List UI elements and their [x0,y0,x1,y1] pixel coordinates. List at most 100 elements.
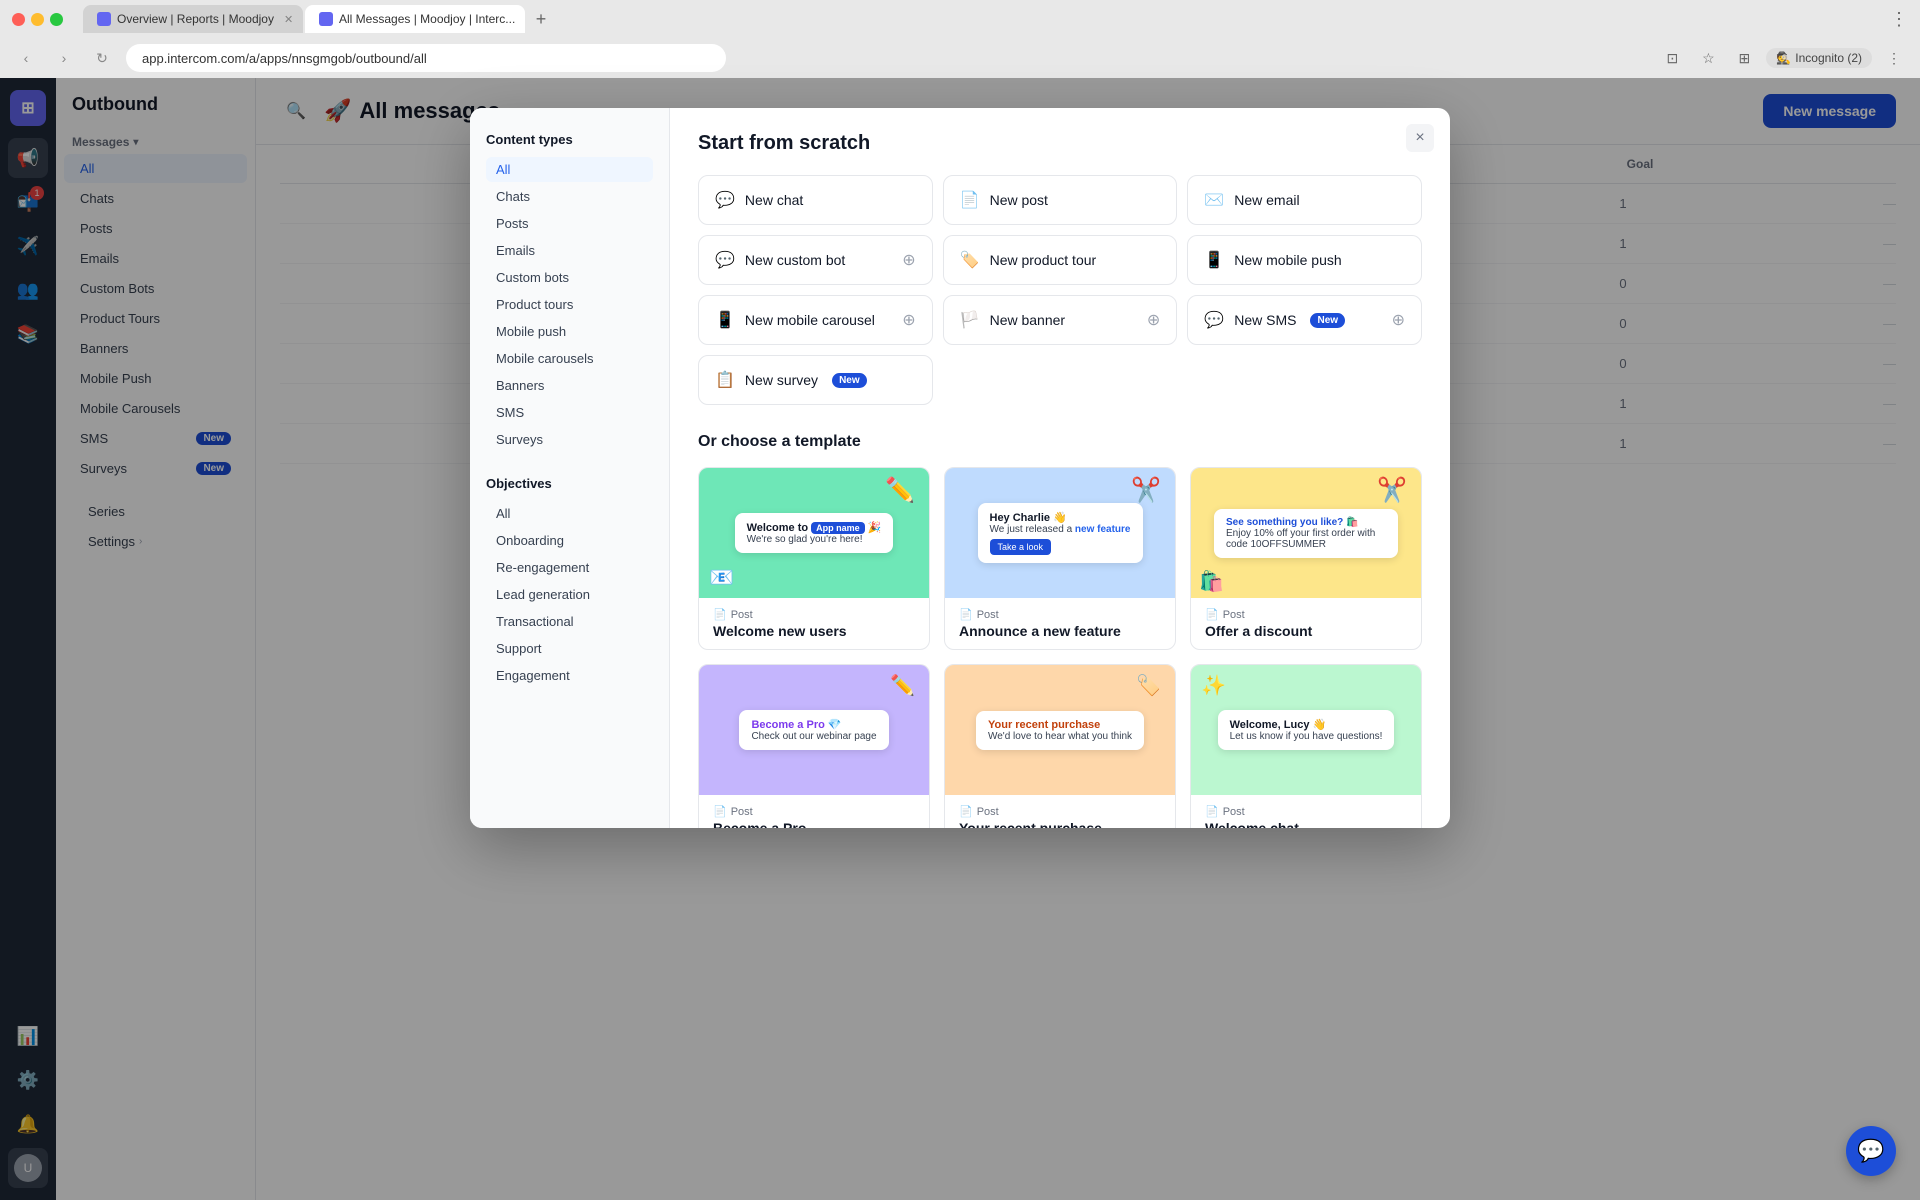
window-controls [12,13,63,26]
modal-sidebar-obj-support[interactable]: Support [486,636,653,661]
new-custom-bot-label: New custom bot [745,252,845,268]
template-name-2: Announce a new feature [959,623,1161,639]
banner-plus-icon: ⊕ [1147,310,1160,330]
new-survey-label: New survey [745,372,818,388]
preview-title-3: See something you like? 🛍️ [1226,517,1386,528]
browser-tab-2[interactable]: All Messages | Moodjoy | Interc... ✕ [305,5,525,33]
modal-title: Start from scratch [698,132,1422,155]
template-preview-4: ✏️ Become a Pro 💎 Check out our webinar … [699,665,929,795]
modal-sidebar-item-custom-bots[interactable]: Custom bots [486,265,653,290]
modal-sidebar-obj-transactional[interactable]: Transactional [486,609,653,634]
tab-favicon-2 [319,12,333,26]
content-type-grid: 💬 New chat 📄 New post ✉️ New email 💬 New… [698,175,1422,405]
preview-title-2: Hey Charlie 👋 [990,511,1131,524]
template-preview-3: ✂️ 🛍️ See something you like? 🛍️ Enjoy 1… [1191,468,1421,598]
back-btn[interactable]: ‹ [12,44,40,72]
preview-bubble-6: Welcome, Lucy 👋 Let us know if you have … [1218,710,1395,750]
preview-title-6: Welcome, Lucy 👋 [1230,718,1383,731]
template-name-4: Become a Pro [713,820,915,828]
new-mobile-carousel-card[interactable]: 📱 New mobile carousel ⊕ [698,295,933,345]
carousel-icon: 📱 [715,310,735,330]
new-banner-card[interactable]: 🏳️ New banner ⊕ [943,295,1178,345]
modal-sidebar-item-chats[interactable]: Chats [486,184,653,209]
template-grid: ✏️ 📧 Welcome to App name 🎉 We're so glad… [698,467,1422,828]
preview-text-2: We just released a new feature [990,524,1131,535]
more-windows-icon[interactable]: ⋮ [1890,9,1908,30]
incognito-badge[interactable]: 🕵 Incognito (2) [1766,48,1872,68]
bookmark-icon[interactable]: ☆ [1694,44,1722,72]
tab-favicon-1 [97,12,111,26]
template-become-pro[interactable]: ✏️ Become a Pro 💎 Check out our webinar … [698,664,930,828]
deco-tag-icon: 🏷️ [1136,673,1161,698]
modal-overlay[interactable]: Content types All Chats Posts Emails Cus… [0,78,1920,1200]
post-icon: 📄 [960,190,980,210]
browser-chrome: Overview | Reports | Moodjoy ✕ All Messa… [0,0,1920,78]
new-email-card[interactable]: ✉️ New email [1187,175,1422,225]
browser-addressbar: ‹ › ↻ ⊡ ☆ ⊞ 🕵 Incognito (2) ⋮ [0,38,1920,78]
sms-plus-icon: ⊕ [1392,310,1405,330]
preview-bubble-3: See something you like? 🛍️ Enjoy 10% off… [1214,509,1398,558]
template-offer-discount[interactable]: ✂️ 🛍️ See something you like? 🛍️ Enjoy 1… [1190,467,1422,650]
new-sms-card[interactable]: 💬 New SMS New ⊕ [1187,295,1422,345]
modal-sidebar-obj-reengagement[interactable]: Re-engagement [486,555,653,580]
template-type-1: 📄 Post [713,608,915,621]
app-name-chip: App name [811,522,865,534]
modal-sidebar-item-mobile-push[interactable]: Mobile push [486,319,653,344]
cast-icon[interactable]: ⊡ [1658,44,1686,72]
custom-bot-plus-icon: ⊕ [902,250,915,270]
modal-sidebar-item-banners[interactable]: Banners [486,373,653,398]
modal-sidebar-obj-lead-gen[interactable]: Lead generation [486,582,653,607]
modal-sidebar-obj-onboarding[interactable]: Onboarding [486,528,653,553]
browser-tabs: Overview | Reports | Moodjoy ✕ All Messa… [83,5,555,33]
new-post-card[interactable]: 📄 New post [943,175,1178,225]
modal-sidebar-item-surveys[interactable]: Surveys [486,427,653,452]
template-recent-purchase[interactable]: 🏷️ Your recent purchase We'd love to hea… [944,664,1176,828]
modal-sidebar-item-all[interactable]: All [486,157,653,182]
new-mobile-push-card[interactable]: 📱 New mobile push [1187,235,1422,285]
incognito-label: Incognito (2) [1795,51,1862,65]
tab-close-1[interactable]: ✕ [284,13,293,26]
template-announce-feature[interactable]: ✂️ Hey Charlie 👋 We just released a new … [944,467,1176,650]
template-type-2: 📄 Post [959,608,1161,621]
template-welcome-chat[interactable]: ✨ Welcome, Lucy 👋 Let us know if you hav… [1190,664,1422,828]
survey-new-badge: New [832,373,867,388]
browser-icons: ⊡ ☆ ⊞ 🕵 Incognito (2) ⋮ [1658,44,1908,72]
new-chat-card[interactable]: 💬 New chat [698,175,933,225]
modal-sidebar-obj-engagement[interactable]: Engagement [486,663,653,688]
preview-bubble-5: Your recent purchase We'd love to hear w… [976,711,1144,750]
modal-close-btn[interactable]: × [1406,124,1434,152]
minimize-window-btn[interactable] [31,13,44,26]
maximize-window-btn[interactable] [50,13,63,26]
extension-icon[interactable]: ⊞ [1730,44,1758,72]
browser-tab-1[interactable]: Overview | Reports | Moodjoy ✕ [83,5,303,33]
preview-text-5: We'd love to hear what you think [988,731,1132,742]
new-custom-bot-card[interactable]: 💬 New custom bot ⊕ [698,235,933,285]
template-type-6: 📄 Post [1205,805,1407,818]
chat-support-bubble[interactable]: 💬 [1846,1126,1896,1176]
modal-sidebar-obj-all[interactable]: All [486,501,653,526]
new-product-tour-card[interactable]: 🏷️ New product tour [943,235,1178,285]
modal-sidebar-item-sms[interactable]: SMS [486,400,653,425]
template-welcome-users[interactable]: ✏️ 📧 Welcome to App name 🎉 We're so glad… [698,467,930,650]
sms-new-badge: New [1310,313,1345,328]
post-type-icon-2: 📄 [959,608,973,621]
forward-btn[interactable]: › [50,44,78,72]
new-banner-label: New banner [990,312,1066,328]
modal-sidebar-item-mobile-carousels[interactable]: Mobile carousels [486,346,653,371]
menu-icon[interactable]: ⋮ [1880,44,1908,72]
new-tab-btn[interactable]: + [527,5,555,33]
objectives-section: Objectives All Onboarding Re-engagement … [486,476,653,688]
template-info-3: 📄 Post Offer a discount [1191,598,1421,649]
modal-sidebar-item-emails[interactable]: Emails [486,238,653,263]
refresh-btn[interactable]: ↻ [88,44,116,72]
modal-sidebar-item-product-tours[interactable]: Product tours [486,292,653,317]
address-bar[interactable] [126,44,726,72]
tab-label-1: Overview | Reports | Moodjoy [117,12,274,26]
new-mobile-carousel-label: New mobile carousel [745,312,875,328]
bot-icon: 💬 [715,250,735,270]
modal-sidebar-item-posts[interactable]: Posts [486,211,653,236]
post-type-icon-6: 📄 [1205,805,1219,818]
new-survey-card[interactable]: 📋 New survey New [698,355,933,405]
template-type-4: 📄 Post [713,805,915,818]
close-window-btn[interactable] [12,13,25,26]
